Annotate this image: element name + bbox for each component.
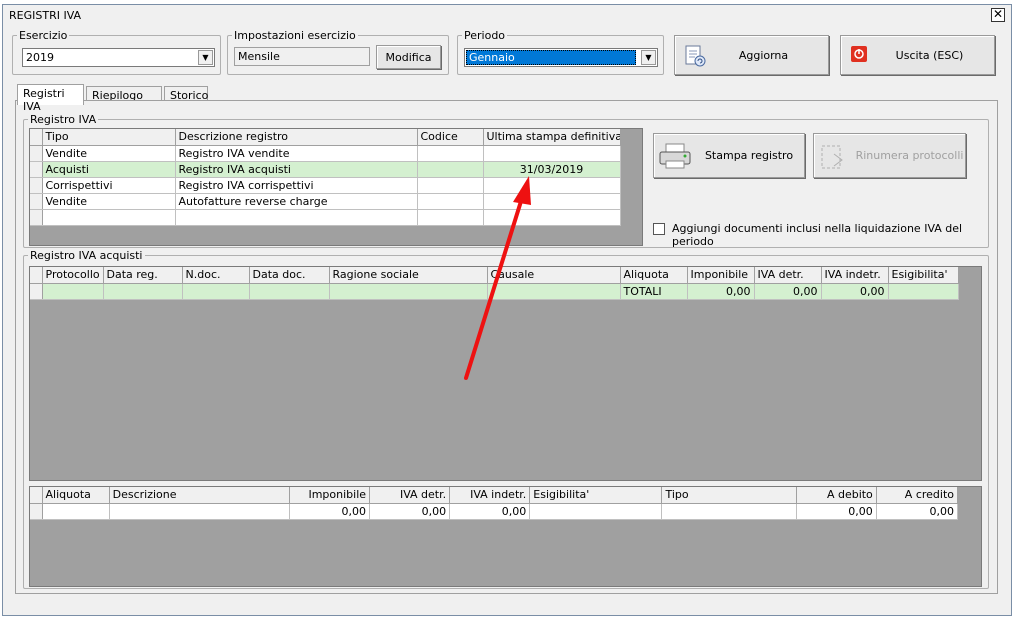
annotation-arrow (464, 176, 531, 380)
tab-registri-iva[interactable]: Registri IVA (17, 84, 84, 113)
